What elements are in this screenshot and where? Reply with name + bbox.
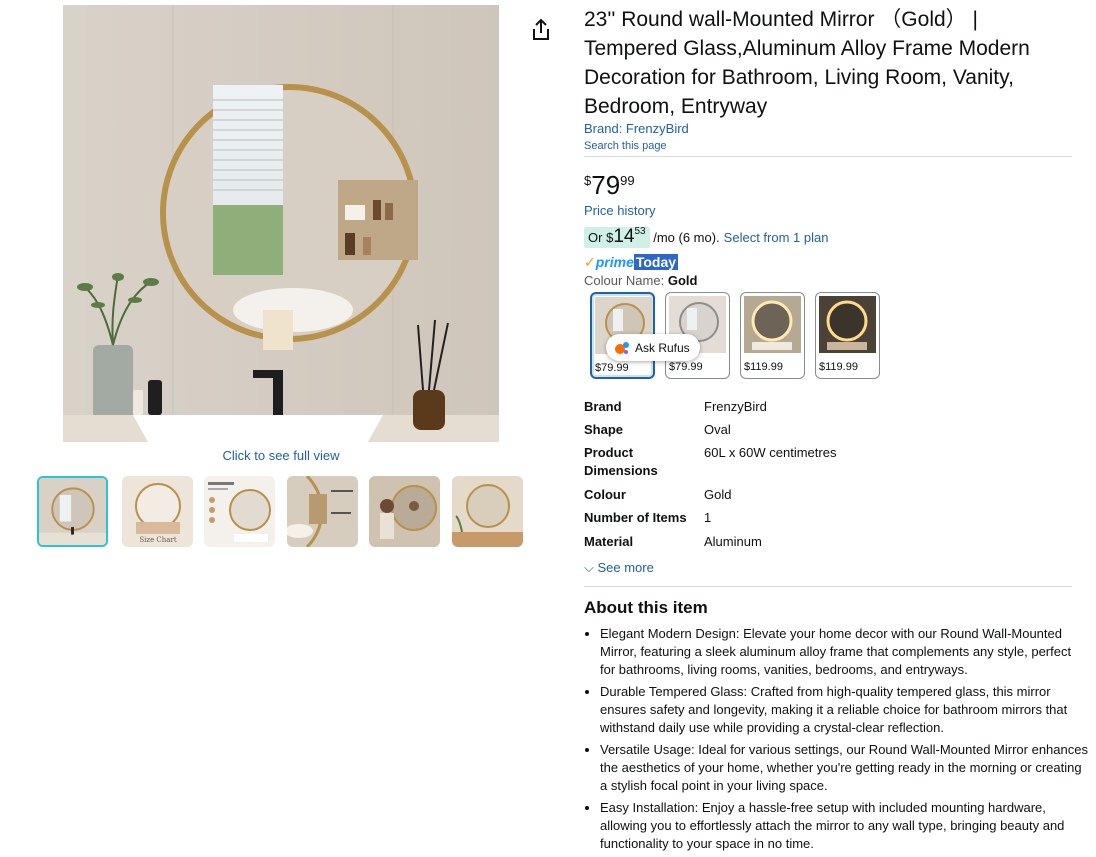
colour-value: Gold <box>667 273 698 288</box>
prime-today: Today <box>633 254 679 270</box>
installment-price-badge: Or $1453 <box>584 226 650 248</box>
list-item: Durable Tempered Glass: Crafted from hig… <box>600 683 1088 737</box>
main-product-image[interactable] <box>63 5 499 442</box>
swatch-price: $119.99 <box>819 361 858 373</box>
thumbnail-1[interactable] <box>37 476 108 547</box>
prime-check-icon: ✓ <box>584 254 596 270</box>
thumbnail-6[interactable] <box>452 476 523 547</box>
colour-label: Colour Name: <box>584 273 665 288</box>
prime-badge: ✓prime Today <box>584 254 679 272</box>
share-icon[interactable] <box>530 18 552 42</box>
price-whole: 79 <box>591 170 621 200</box>
ask-rufus-button[interactable]: Ask Rufus <box>606 334 700 361</box>
divider <box>584 156 1072 157</box>
spec-key: Number of Items <box>584 510 687 525</box>
swatch-led-dark[interactable]: $119.99 <box>815 292 880 379</box>
product-price: $7999 <box>584 170 635 201</box>
swatch-price: $79.99 <box>669 361 703 373</box>
thumbnail-5[interactable] <box>369 476 440 547</box>
price-history-link[interactable]: Price history <box>584 203 656 218</box>
installment-fraction: 53 <box>634 226 646 237</box>
about-heading: About this item <box>584 598 708 617</box>
installment-terms: /mo (6 mo). <box>653 230 720 245</box>
click-full-view-link[interactable]: Click to see full view <box>63 448 499 463</box>
spec-key: Product Dimensions <box>584 445 658 478</box>
thumbnail-2[interactable]: Size Chart <box>122 476 193 547</box>
list-item: Elegant Modern Design: Elevate your home… <box>600 625 1088 679</box>
spec-key: Shape <box>584 422 624 437</box>
select-plan-link[interactable]: Select from 1 plan <box>724 230 829 245</box>
brand-link[interactable]: Brand: FrenzyBird <box>584 121 689 136</box>
spec-value: Oval <box>704 422 731 437</box>
swatch-price: $119.99 <box>744 361 783 373</box>
see-more-label: See more <box>597 560 654 575</box>
list-item: Easy Installation: Enjoy a hassle-free s… <box>600 799 1088 853</box>
search-this-page-link[interactable]: Search this page <box>584 140 667 152</box>
swatch-led-light[interactable]: $119.99 <box>740 292 805 379</box>
spec-value: 60L x 60W centimetres <box>704 445 837 460</box>
prime-logo: prime <box>595 254 634 270</box>
see-more-link[interactable]: ⌵ See more <box>584 560 654 576</box>
spec-value: Gold <box>704 487 732 502</box>
size-chart-caption: Size Chart <box>139 536 176 544</box>
price-fraction: 99 <box>620 173 635 188</box>
spec-value: 1 <box>704 510 712 525</box>
installment-offer: Or $1453 /mo (6 mo). Select from 1 plan <box>584 226 828 248</box>
spec-key: Brand <box>584 399 622 414</box>
list-item: Versatile Usage: Ideal for various setti… <box>600 741 1088 795</box>
about-bullets: Elegant Modern Design: Elevate your home… <box>584 625 1088 857</box>
price-symbol: $ <box>584 173 592 188</box>
chevron-down-icon: ⌵ <box>584 560 594 575</box>
colour-name: Colour Name: Gold <box>584 273 697 288</box>
installment-prefix: Or <box>588 230 603 245</box>
ask-rufus-label: Ask Rufus <box>635 340 690 355</box>
swatch-price: $79.99 <box>595 362 629 374</box>
thumbnail-3[interactable] <box>204 476 275 547</box>
rufus-icon <box>615 341 629 354</box>
installment-whole: 14 <box>613 226 635 247</box>
spec-key: Colour <box>584 487 626 502</box>
product-title: 23'' Round wall-Mounted Mirror （Gold） | … <box>584 8 1030 118</box>
spec-key: Material <box>584 534 634 549</box>
spec-value: Aluminum <box>704 534 762 549</box>
mirror-photo <box>63 5 499 442</box>
divider <box>584 586 1072 587</box>
spec-value: FrenzyBird <box>704 399 767 414</box>
thumbnail-4[interactable] <box>287 476 358 547</box>
